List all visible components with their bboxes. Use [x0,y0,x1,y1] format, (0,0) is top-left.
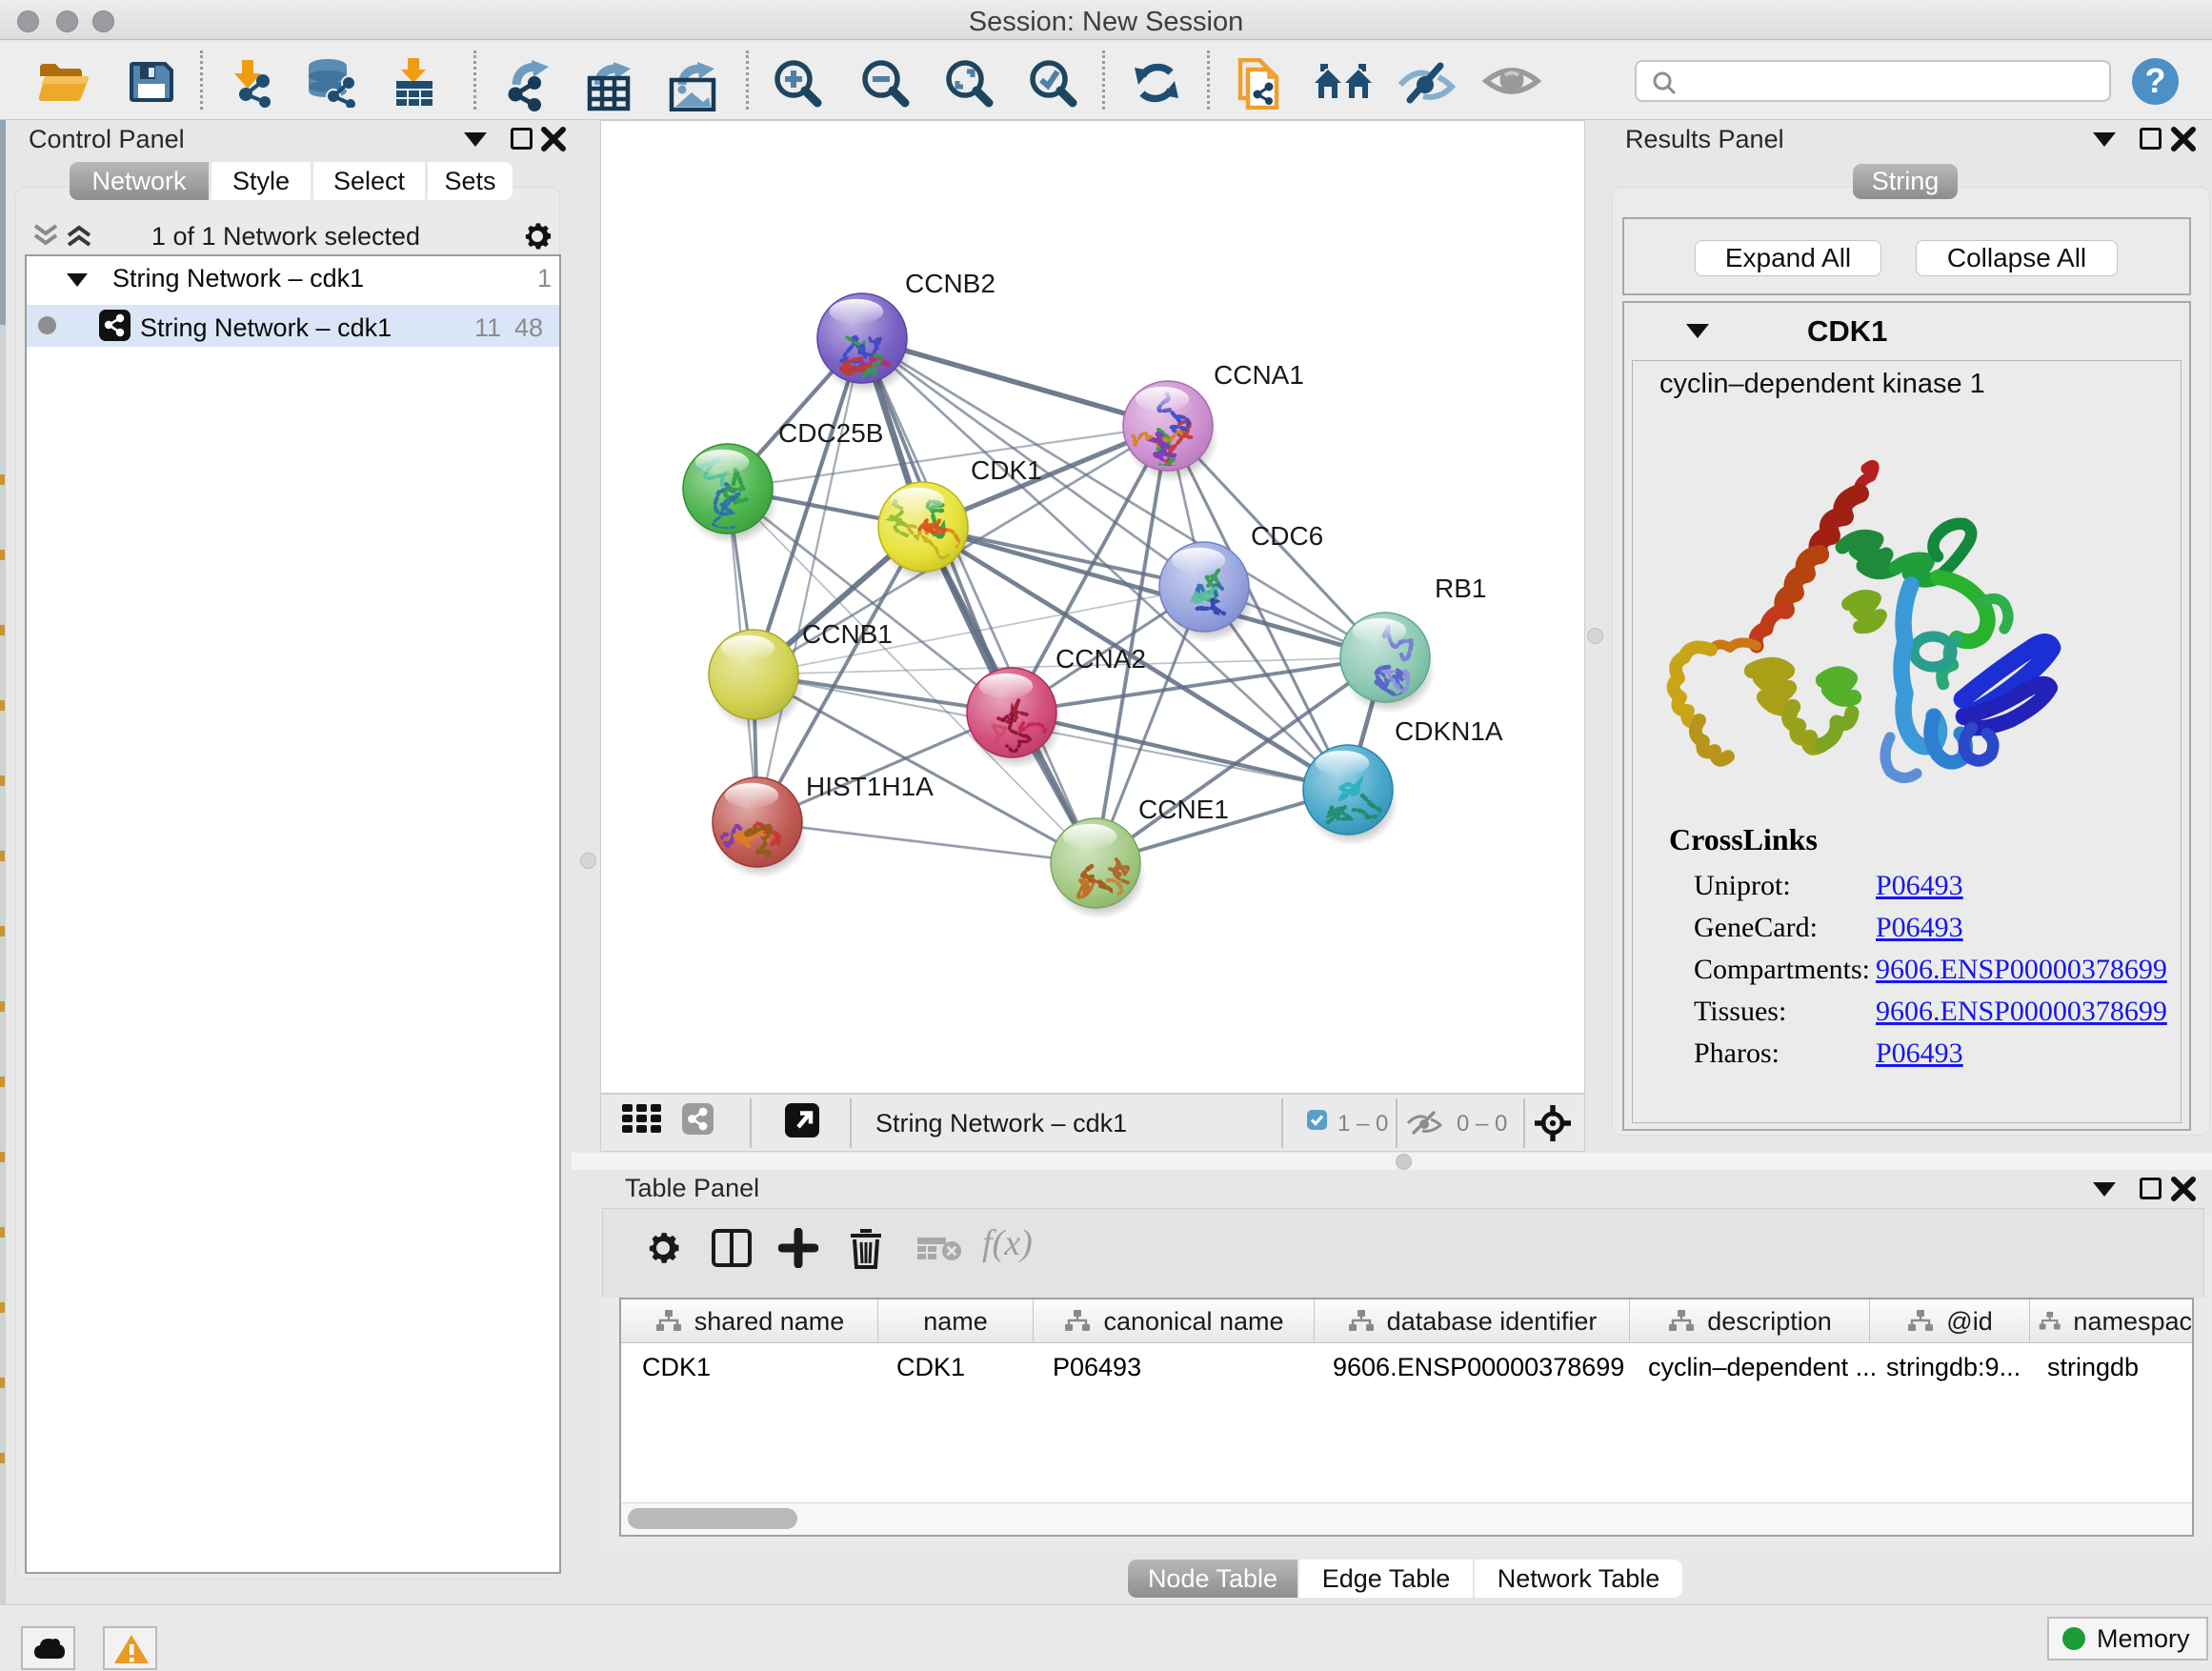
svg-text:CDK1: CDK1 [971,455,1042,485]
svg-text:HIST1H1A: HIST1H1A [806,772,934,801]
svg-text:CCNE1: CCNE1 [1138,795,1229,824]
svg-text:CCNA2: CCNA2 [1056,644,1146,674]
svg-text:CCNB2: CCNB2 [905,269,995,298]
svg-text:CCNB1: CCNB1 [802,619,893,649]
svg-text:CDKN1A: CDKN1A [1395,716,1503,746]
svg-text:CDC25B: CDC25B [778,418,883,448]
svg-text:CDC6: CDC6 [1251,521,1323,551]
svg-text:RB1: RB1 [1435,574,1486,603]
svg-text:CCNA1: CCNA1 [1214,360,1304,390]
